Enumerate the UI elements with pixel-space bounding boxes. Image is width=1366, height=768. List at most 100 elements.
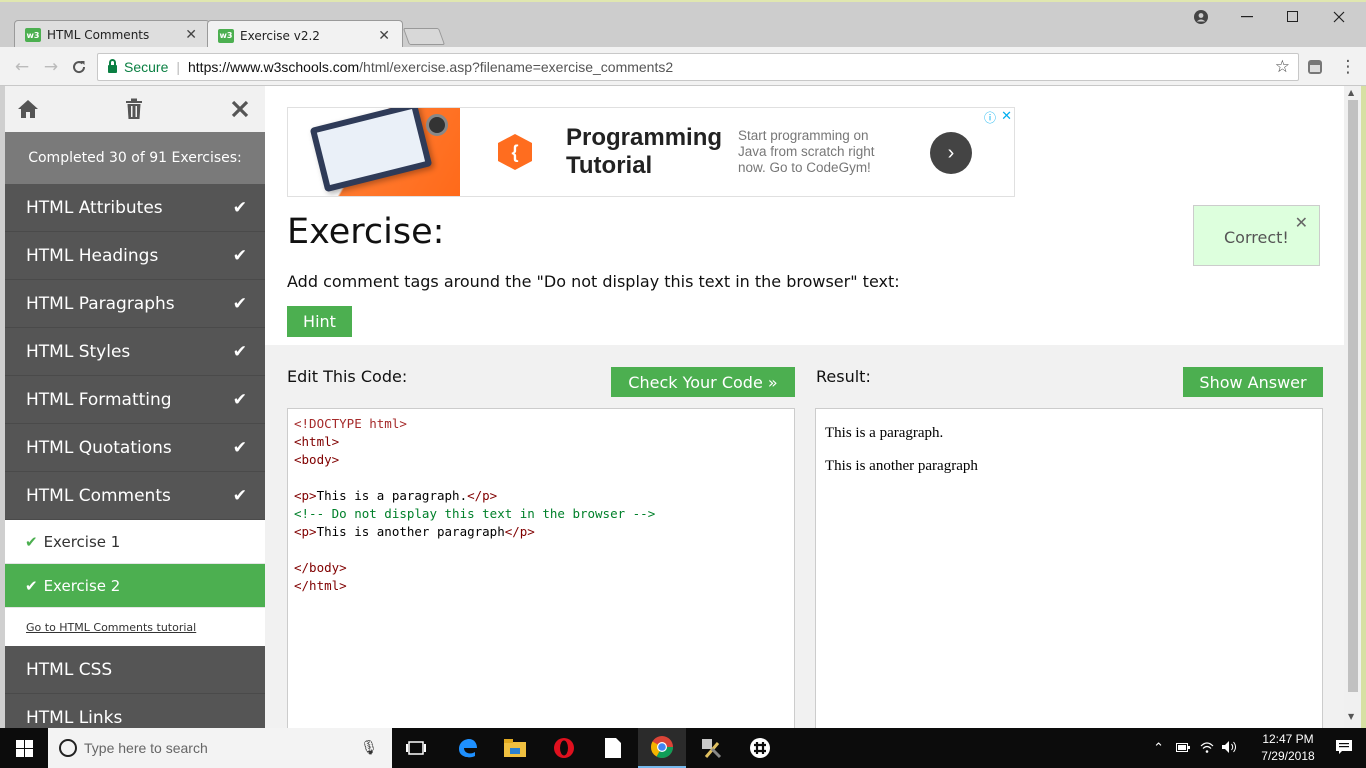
secure-label: Secure — [124, 59, 169, 75]
tab-title: HTML Comments — [47, 28, 150, 42]
code-comment: <!-- Do not display this text in the bro… — [294, 506, 656, 521]
task-view-icon[interactable] — [392, 728, 440, 768]
notepad-file-icon[interactable] — [589, 728, 637, 768]
sidebar-item-paragraphs[interactable]: HTML Paragraphs ✔ — [5, 280, 265, 328]
check-code-button[interactable]: Check Your Code » — [611, 367, 795, 397]
checkmark-icon: ✔ — [232, 389, 247, 410]
extension-icon[interactable] — [1303, 55, 1327, 79]
ad-arrow-button[interactable]: › — [930, 132, 972, 174]
clock-date: 7/29/2018 — [1261, 749, 1315, 763]
result-label: Result: — [816, 367, 871, 386]
sidebar-item-links[interactable]: HTML Links — [5, 694, 265, 728]
code-p-text: This is another paragraph — [316, 524, 505, 539]
menu-kebab-icon[interactable]: ⋮ — [1336, 55, 1360, 79]
home-icon[interactable] — [15, 96, 41, 122]
minimize-icon[interactable] — [1224, 6, 1270, 28]
close-tab-icon[interactable]: ✕ — [185, 27, 197, 43]
page-scrollbar[interactable]: ▲ ▼ — [1344, 86, 1361, 728]
subitem-label: Exercise 2 — [43, 576, 121, 595]
code-p-open: <p> — [294, 488, 317, 503]
new-tab-button[interactable] — [402, 28, 446, 45]
url-path: /html/exercise.asp?filename=exercise_com… — [359, 59, 674, 75]
checkmark-icon: ✔ — [232, 197, 247, 218]
show-answer-button[interactable]: Show Answer — [1183, 367, 1323, 397]
reload-icon[interactable] — [67, 55, 91, 79]
window-border — [1361, 86, 1366, 728]
checkmark-icon: ✔ — [232, 341, 247, 362]
browser-toolbar: ← → Secure | https://www.w3schools.com/h… — [0, 47, 1366, 86]
code-p-close: </p> — [467, 488, 498, 503]
correct-message: Correct! — [1224, 228, 1289, 247]
sidebar-item-label: HTML Attributes — [26, 197, 163, 218]
sidebar-item-styles[interactable]: HTML Styles ✔ — [5, 328, 265, 376]
windows-taskbar: Type here to search 🎙 ⌃ 12:47 PM 7/29/20… — [0, 728, 1366, 768]
exercise-task: Add comment tags around the "Do not disp… — [287, 272, 900, 291]
hint-button[interactable]: Hint — [287, 306, 352, 337]
sidebar-item-label: HTML Styles — [26, 341, 131, 362]
ad-image — [288, 108, 460, 196]
close-window-icon[interactable] — [1316, 6, 1362, 28]
action-center-icon[interactable] — [1336, 739, 1352, 757]
scroll-up-icon[interactable]: ▲ — [1348, 88, 1354, 97]
sidebar-item-label: HTML Links — [26, 707, 123, 728]
sidebar-item-label: HTML Formatting — [26, 389, 172, 410]
code-editor[interactable]: <!DOCTYPE html> <html> <body> <p>This is… — [287, 408, 795, 728]
ad-close-icon[interactable]: ✕ — [1001, 108, 1012, 124]
taskbar-search-input[interactable]: Type here to search 🎙 — [48, 728, 392, 768]
code-body-close: </body> — [294, 560, 347, 575]
bookmark-star-icon[interactable]: ☆ — [1275, 57, 1290, 77]
scroll-down-icon[interactable]: ▼ — [1348, 712, 1354, 721]
close-alert-icon[interactable]: ✕ — [1295, 213, 1308, 232]
slack-icon[interactable] — [736, 728, 784, 768]
maximize-icon[interactable] — [1270, 6, 1316, 28]
sidebar-item-attributes[interactable]: HTML Attributes ✔ — [5, 184, 265, 232]
ad-text: Start programming on Java from scratch r… — [738, 128, 875, 175]
subitem-label: Exercise 1 — [43, 532, 121, 551]
close-sidebar-icon[interactable] — [227, 96, 253, 122]
edit-code-label: Edit This Code: — [287, 367, 408, 386]
taskbar-clock[interactable]: 12:47 PM 7/29/2018 — [1250, 731, 1326, 765]
tools-icon[interactable] — [687, 728, 735, 768]
sidebar-item-comments[interactable]: HTML Comments ✔ — [5, 472, 265, 520]
chevron-up-icon[interactable]: ⌃ — [1153, 740, 1164, 756]
scrollbar-thumb[interactable] — [1348, 100, 1358, 692]
checkmark-icon: ✔ — [232, 485, 247, 506]
code-html-close: </html> — [294, 578, 347, 593]
url-separator: | — [176, 59, 180, 75]
address-bar[interactable]: Secure | https://www.w3schools.com/html/… — [97, 53, 1299, 81]
laptop-illustration — [309, 108, 433, 193]
forward-icon[interactable]: → — [39, 55, 63, 79]
back-icon[interactable]: ← — [10, 55, 34, 79]
chrome-icon[interactable] — [638, 728, 686, 768]
windows-start-icon[interactable] — [0, 728, 48, 768]
sidebar-subitem-exercise-2[interactable]: ✔ Exercise 2 — [5, 564, 265, 608]
main-content: { Programming Tutorial Start programming… — [265, 86, 1344, 728]
ad-title: Programming Tutorial — [566, 124, 723, 179]
profile-icon[interactable] — [1178, 6, 1224, 28]
sidebar-item-css[interactable]: HTML CSS — [5, 646, 265, 694]
tab-html-comments[interactable]: w3 HTML Comments ✕ — [14, 20, 210, 49]
result-frame: This is a paragraph. This is another par… — [815, 408, 1323, 728]
edge-browser-icon[interactable] — [443, 728, 491, 768]
battery-icon[interactable] — [1176, 741, 1190, 755]
page-title: Exercise: — [287, 212, 445, 252]
opera-icon[interactable] — [540, 728, 588, 768]
ad-banner[interactable]: { Programming Tutorial Start programming… — [287, 107, 1015, 197]
code-html-open: <html> — [294, 434, 340, 449]
microphone-icon[interactable]: 🎙 — [360, 739, 378, 756]
sidebar-item-quotations[interactable]: HTML Quotations ✔ — [5, 424, 265, 472]
file-explorer-icon[interactable] — [491, 728, 539, 768]
completion-progress: Completed 30 of 91 Exercises: — [5, 132, 265, 184]
sidebar-item-formatting[interactable]: HTML Formatting ✔ — [5, 376, 265, 424]
volume-icon[interactable] — [1222, 740, 1238, 756]
ad-info-icon[interactable]: ⓘ — [984, 109, 996, 126]
sidebar-subitem-exercise-1[interactable]: ✔ Exercise 1 — [5, 520, 265, 564]
wifi-icon[interactable] — [1200, 741, 1214, 756]
close-tab-icon[interactable]: ✕ — [378, 28, 390, 44]
tutorial-link[interactable]: Go to HTML Comments tutorial — [5, 608, 265, 646]
search-placeholder: Type here to search — [84, 740, 208, 756]
trash-icon[interactable] — [121, 96, 147, 122]
tab-exercise[interactable]: w3 Exercise v2.2 ✕ — [207, 20, 403, 50]
correct-alert: Correct! ✕ — [1193, 205, 1320, 266]
sidebar-item-headings[interactable]: HTML Headings ✔ — [5, 232, 265, 280]
